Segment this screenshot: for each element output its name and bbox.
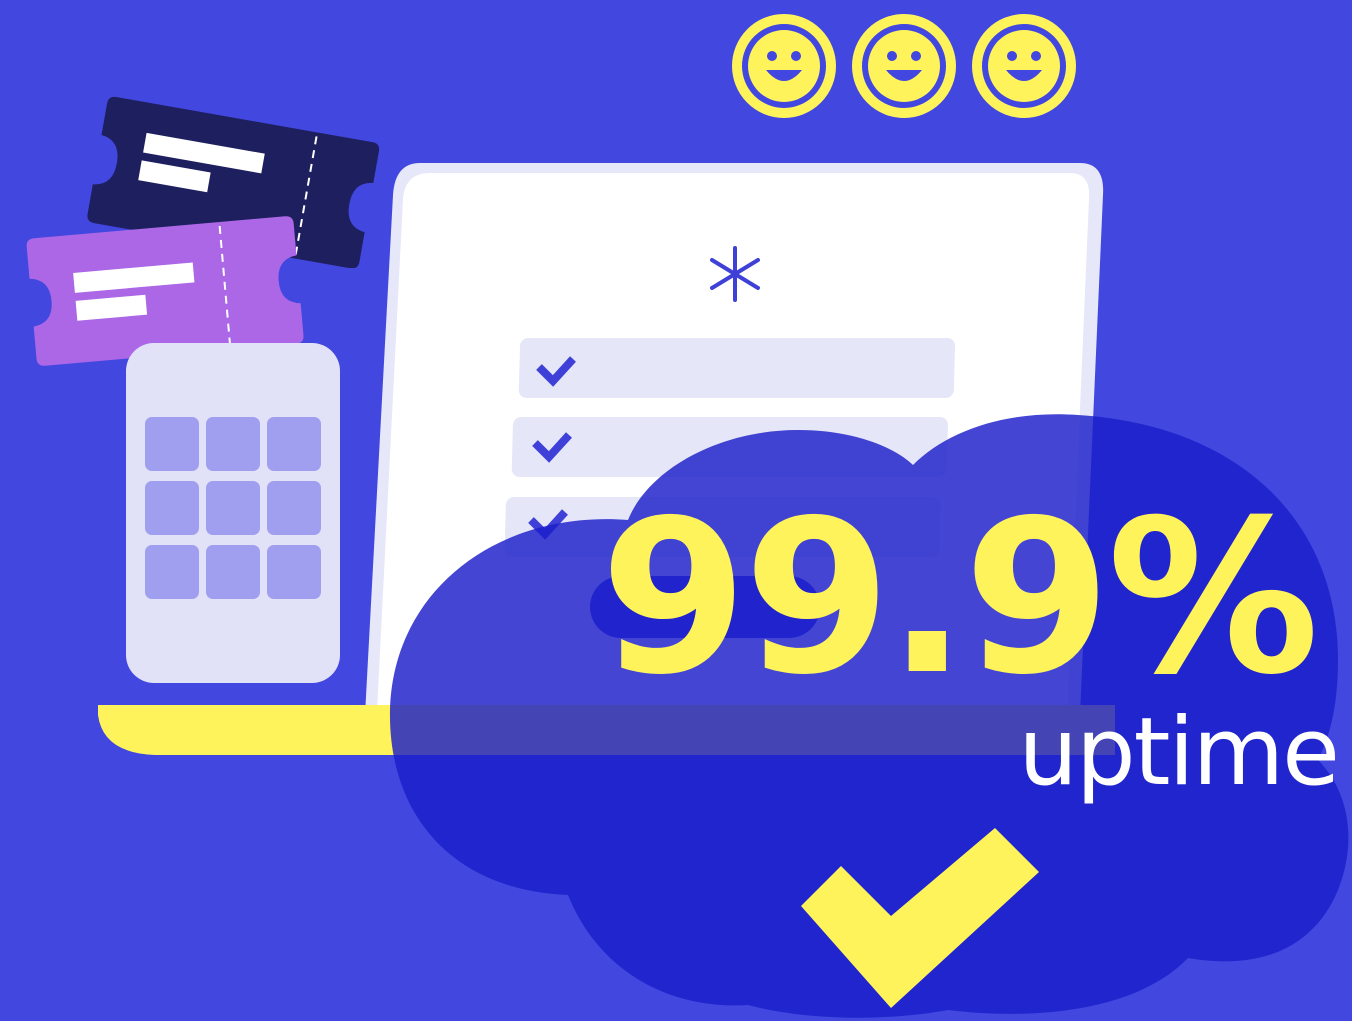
keypad-key	[145, 481, 199, 535]
keypad-key	[267, 481, 321, 535]
form-row	[518, 338, 956, 398]
keypad-key	[145, 417, 199, 471]
smiley-face-icon	[732, 14, 836, 118]
keypad-key	[267, 417, 321, 471]
uptime-caption: uptime	[1018, 698, 1340, 807]
keypad-key	[206, 417, 260, 471]
keypad-key	[206, 545, 260, 599]
smiley-face-icon	[852, 14, 956, 118]
keypad-key	[206, 481, 260, 535]
big-checkmark-icon	[801, 828, 1039, 1008]
smiley-face-icon	[972, 14, 1076, 118]
uptime-value: 99.9%	[600, 474, 1319, 721]
keypad-icon	[126, 343, 340, 683]
illustration-scene: 99.9% uptime	[0, 0, 1352, 1021]
keypad-key	[267, 545, 321, 599]
keypad-key	[145, 545, 199, 599]
